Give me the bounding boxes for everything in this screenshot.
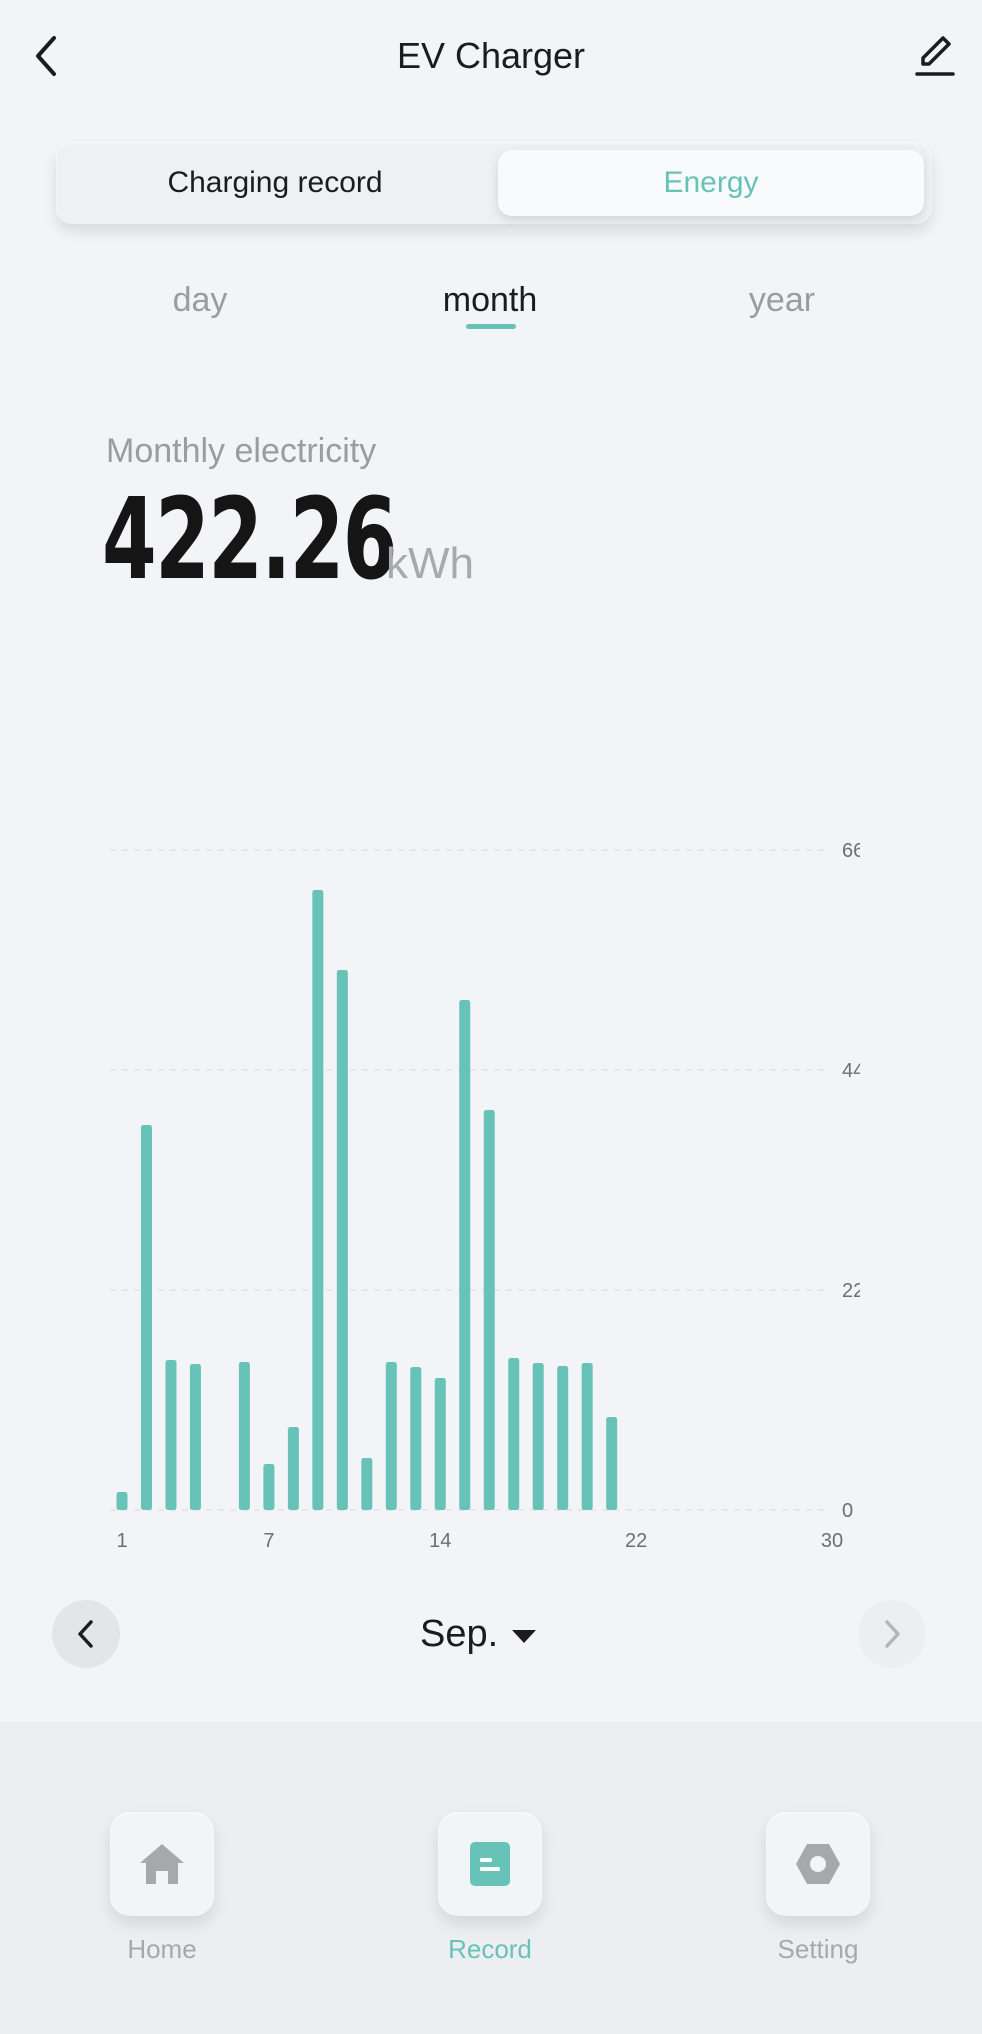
x-tick-label: 1 bbox=[116, 1530, 127, 1552]
header: EV Charger bbox=[0, 0, 982, 110]
home-icon bbox=[140, 1844, 184, 1884]
bar-day-14[interactable] bbox=[434, 1378, 446, 1510]
bar-day-2[interactable] bbox=[140, 1125, 152, 1510]
nav-home[interactable]: Home bbox=[72, 1812, 252, 1965]
y-tick-label: 0 bbox=[842, 1500, 853, 1522]
edit-button[interactable] bbox=[910, 28, 960, 82]
tab-energy[interactable]: Energy bbox=[498, 150, 924, 216]
x-tick-label: 22 bbox=[625, 1530, 647, 1552]
view-segment-control: Charging record Energy bbox=[56, 142, 932, 224]
bar-day-7[interactable] bbox=[263, 1464, 275, 1510]
caret-down-icon bbox=[512, 1629, 537, 1643]
month-selector[interactable]: Sep. bbox=[420, 1608, 537, 1660]
metric-label: Monthly electricity bbox=[106, 432, 377, 470]
y-tick-label: 44 bbox=[842, 1060, 860, 1082]
x-tick-label: 14 bbox=[429, 1530, 451, 1552]
tab-day[interactable]: day bbox=[130, 270, 270, 330]
nav-setting[interactable]: Setting bbox=[728, 1812, 908, 1965]
bottom-navigation: Home Record Setting bbox=[0, 1722, 982, 2034]
nav-home-label: Home bbox=[127, 1934, 197, 1964]
bar-day-9[interactable] bbox=[312, 890, 324, 1510]
bar-day-20[interactable] bbox=[581, 1363, 593, 1510]
next-month-button[interactable] bbox=[858, 1600, 926, 1668]
bar-day-12[interactable] bbox=[385, 1362, 397, 1510]
bar-day-6[interactable] bbox=[238, 1362, 250, 1510]
metric-unit: kWh bbox=[386, 539, 474, 588]
bar-day-18[interactable] bbox=[532, 1363, 544, 1510]
bar-day-1[interactable] bbox=[116, 1492, 128, 1510]
metric-value: 422.26 bbox=[102, 475, 397, 605]
tab-charging-record[interactable]: Charging record bbox=[64, 150, 486, 216]
bar-day-17[interactable] bbox=[508, 1358, 520, 1510]
nav-setting-label: Setting bbox=[777, 1934, 859, 1964]
y-tick-label: 22 bbox=[842, 1280, 860, 1302]
nav-record-label: Record bbox=[448, 1934, 532, 1964]
settings-icon bbox=[796, 1844, 840, 1884]
home-tile bbox=[110, 1812, 214, 1916]
bar-day-11[interactable] bbox=[361, 1458, 373, 1510]
bar-day-16[interactable] bbox=[483, 1110, 495, 1510]
bar-day-19[interactable] bbox=[557, 1366, 569, 1510]
active-tab-indicator bbox=[466, 324, 516, 329]
bar-day-8[interactable] bbox=[287, 1427, 299, 1510]
tab-year[interactable]: year bbox=[712, 270, 852, 330]
energy-bar-chart: 0 22 44 66 1 7 14 22 30 bbox=[100, 830, 860, 1570]
chevron-right-icon bbox=[885, 1620, 900, 1648]
chart-canvas: 0 22 44 66 1 7 14 22 30 bbox=[110, 840, 860, 1552]
chevron-left-icon bbox=[78, 1620, 93, 1648]
edit-icon bbox=[915, 36, 955, 76]
setting-tile bbox=[766, 1812, 870, 1916]
month-label: Sep. bbox=[420, 1612, 499, 1655]
record-icon bbox=[470, 1842, 510, 1886]
x-tick-label: 30 bbox=[821, 1530, 843, 1552]
tab-month[interactable]: month bbox=[420, 270, 560, 330]
bar-day-10[interactable] bbox=[336, 970, 348, 1510]
nav-record[interactable]: Record bbox=[400, 1812, 580, 1965]
previous-month-button[interactable] bbox=[52, 1600, 120, 1668]
y-tick-label: 66 bbox=[842, 840, 860, 862]
bar-day-15[interactable] bbox=[459, 1000, 471, 1510]
bar-day-3[interactable] bbox=[165, 1360, 177, 1510]
page-title: EV Charger bbox=[396, 35, 586, 76]
bar-day-4[interactable] bbox=[189, 1364, 201, 1510]
x-tick-label: 7 bbox=[263, 1530, 274, 1552]
bar-day-13[interactable] bbox=[410, 1367, 422, 1510]
period-tabs: day month year bbox=[0, 270, 982, 340]
bar-day-21[interactable] bbox=[606, 1417, 618, 1510]
month-navigation: Sep. bbox=[0, 1600, 982, 1670]
record-tile bbox=[438, 1812, 542, 1916]
